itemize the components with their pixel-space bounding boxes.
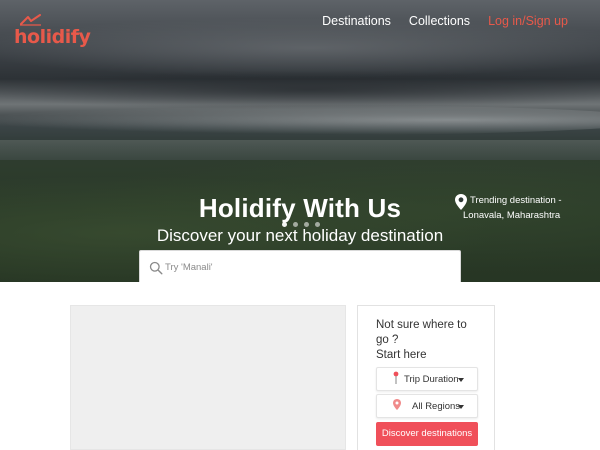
login-signup-link[interactable]: Log in/Sign up <box>488 13 568 29</box>
caret-down-icon <box>458 405 464 409</box>
panel-heading-line: Not sure where to <box>376 319 467 331</box>
map-pin-icon <box>455 194 467 210</box>
trip-duration-label: Trip Duration <box>404 374 459 385</box>
cloud-layer <box>0 105 600 135</box>
search-icon <box>149 261 163 275</box>
search-bar[interactable] <box>139 250 461 282</box>
trip-duration-dropdown[interactable]: Trip Duration <box>376 367 478 391</box>
regions-dropdown[interactable]: All Regions <box>376 394 478 418</box>
top-nav: Destinations Collections Log in/Sign up <box>304 13 568 29</box>
regions-label: All Regions <box>412 401 461 412</box>
panel-heading: Not sure where to go ? Start here <box>376 318 467 363</box>
location-marker-icon <box>393 399 401 410</box>
hero-banner: holidify Destinations Collections Log in… <box>0 0 600 282</box>
caret-down-icon <box>458 378 464 382</box>
logo-plane-icon <box>20 14 41 26</box>
panel-heading-line: Start here <box>376 349 427 361</box>
hero-subtitle: Discover your next holiday destination <box>156 226 444 245</box>
destination-finder-panel: Not sure where to go ? Start here Trip D… <box>357 305 495 450</box>
cloud-layer <box>0 70 600 110</box>
pushpin-icon <box>393 371 399 384</box>
discover-destinations-button[interactable]: Discover destinations <box>376 422 478 446</box>
logo-wordmark: holidify <box>14 26 91 48</box>
trending-place: Lonavala, Maharashtra <box>463 210 561 221</box>
nav-collections-link[interactable]: Collections <box>409 13 470 29</box>
content-placeholder <box>70 305 346 450</box>
nav-destinations-link[interactable]: Destinations <box>322 13 391 29</box>
holidify-logo[interactable]: holidify <box>14 14 91 48</box>
trending-label: Trending destination - <box>470 195 562 206</box>
panel-heading-line: go ? <box>376 334 399 346</box>
search-input[interactable] <box>165 257 445 277</box>
